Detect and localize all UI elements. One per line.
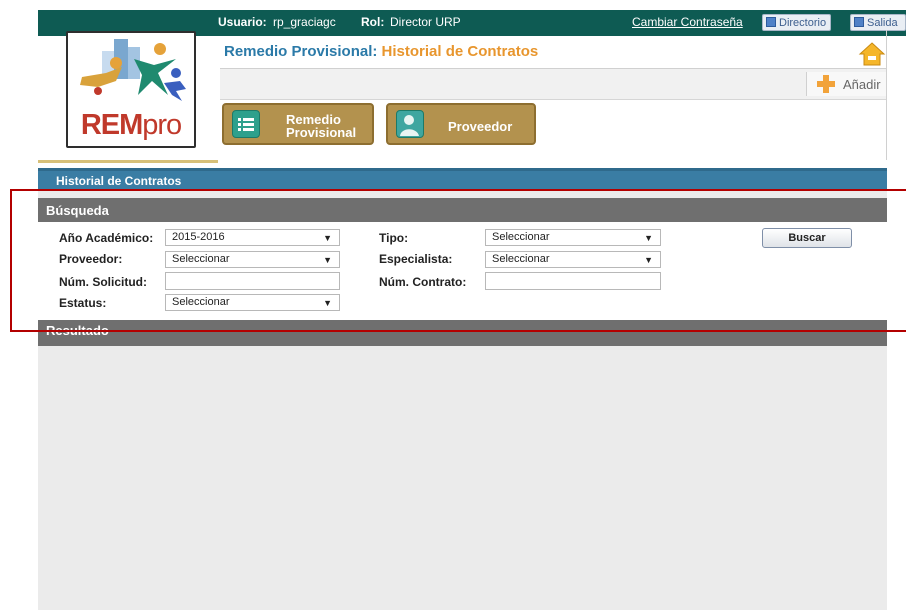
person-icon [396,110,424,138]
user-value: rp_graciagc [273,15,336,29]
role-value: Director URP [390,15,461,29]
header-right-border [886,30,887,160]
plus-icon [817,75,835,93]
directory-icon [766,17,776,27]
directory-button[interactable]: Directorio [762,14,832,31]
page-title-main: Remedio Provisional: [224,43,378,60]
logo-text-main: REM [80,109,143,141]
exit-button[interactable]: Salida [850,14,906,31]
section-title: Historial de Contratos [56,174,182,188]
proveedor-label: Proveedor [448,119,513,134]
add-label: Añadir [843,77,881,92]
proveedor-module-button[interactable]: Proveedor [386,103,536,145]
logo-figures-icon [80,39,186,101]
logo-text: REMpro [68,109,194,142]
rempro-logo: REMpro [66,31,196,148]
role-label: Rol: [361,15,385,29]
change-password-link[interactable]: Cambiar Contraseña [632,15,743,29]
toolbar-row [220,69,887,100]
exit-label: Salida [867,17,898,29]
results-area [43,346,887,610]
page-title: Remedio Provisional: Historial de Contra… [224,43,538,60]
remedio-label-line2: Provisional [286,125,357,140]
highlight-box [10,189,906,332]
home-button[interactable] [858,40,886,68]
add-button[interactable]: Añadir [806,72,887,96]
logo-divider [38,160,218,163]
remedio-provisional-label: Remedio Provisional [286,113,356,139]
exit-icon [854,17,864,27]
page-title-sub: Historial de Contratos [381,43,539,60]
list-icon [232,110,260,138]
remedio-provisional-module-button[interactable]: Remedio Provisional [222,103,374,145]
directory-label: Directorio [779,17,827,29]
section-header: Historial de Contratos [38,168,887,190]
home-icon [858,42,886,66]
user-label: Usuario: [218,15,267,29]
logo-text-pro: pro [142,109,182,141]
